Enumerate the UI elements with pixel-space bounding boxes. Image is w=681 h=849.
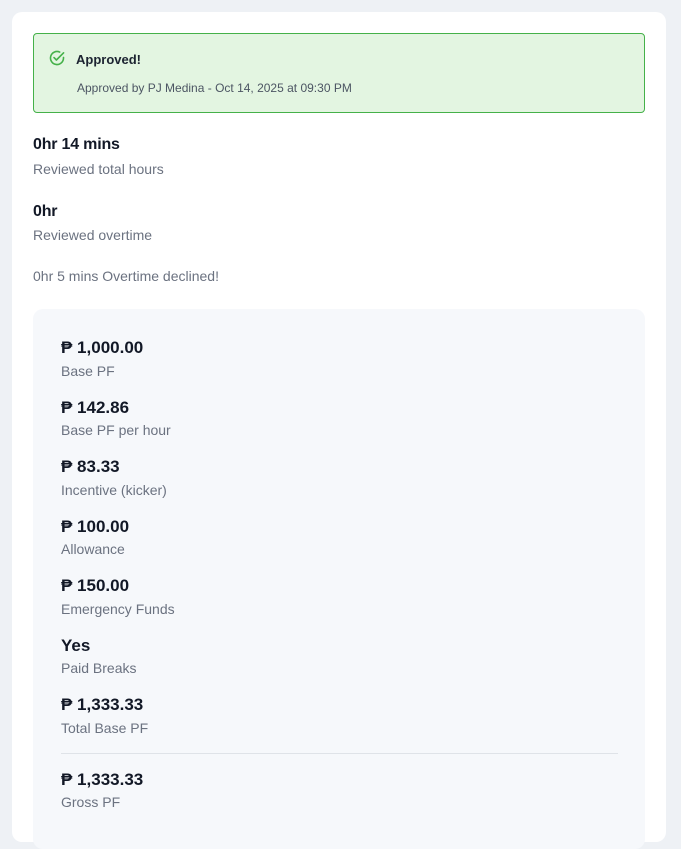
total-base-pf-label: Total Base PF [61,720,149,736]
incentive-label: Incentive (kicker) [61,482,167,498]
total-base-pf-value: ₱ 1,333.33 [61,695,144,714]
check-circle-icon [48,49,66,67]
reviewed-overtime-label: Reviewed overtime [33,227,153,243]
incentive-value: ₱ 83.33 [61,457,120,476]
gross-pf-label: Gross PF [61,794,121,810]
emergency-funds-label: Emergency Funds [61,601,175,617]
base-pf-per-hour-value: ₱ 142.86 [61,398,130,417]
reviewed-overtime-value: 0hr [33,203,58,220]
base-pf-per-hour-label: Base PF per hour [61,422,171,438]
allowance-label: Allowance [61,541,125,557]
base-pf-value: ₱ 1,000.00 [61,338,144,357]
pf-breakdown-panel: ₱ 1,000.00 Base PF ₱ 142.86 Base PF per … [33,309,645,849]
base-pf-label: Base PF [61,363,115,379]
approved-by-text: Approved by PJ Medina - Oct 14, 2025 at … [77,81,352,95]
approved-title: Approved! [76,52,141,67]
gross-pf-value: ₱ 1,333.33 [61,770,144,789]
allowance-value: ₱ 100.00 [61,517,130,536]
reviewed-total-hours-label: Reviewed total hours [33,161,164,177]
emergency-funds-value: ₱ 150.00 [61,576,130,595]
paid-breaks-label: Paid Breaks [61,660,137,676]
divider [61,753,618,754]
approval-details-card: Approved! Approved by PJ Medina - Oct 14… [12,12,666,849]
paid-breaks-value: Yes [61,636,91,655]
reviewed-total-hours-value: 0hr 14 mins [33,136,120,153]
overtime-declined-text: 0hr 5 mins Overtime declined! [33,268,219,284]
approved-banner: Approved! Approved by PJ Medina - Oct 14… [33,33,645,113]
